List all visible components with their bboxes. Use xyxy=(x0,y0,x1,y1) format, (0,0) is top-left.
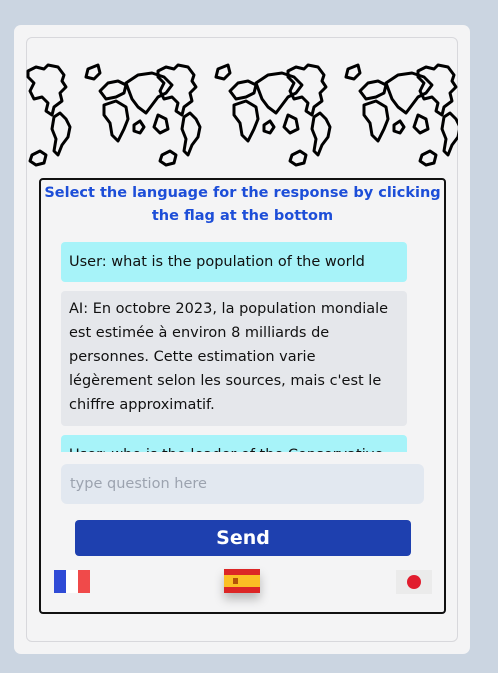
ai-message-line: personnes. Cette estimation varie xyxy=(69,349,316,365)
question-input[interactable] xyxy=(61,464,424,504)
french-flag-red-stripe xyxy=(78,570,90,593)
ai-message-line: AI: En octobre 2023, la population mondi… xyxy=(69,301,389,317)
french-flag-blue-stripe xyxy=(54,570,66,593)
user-message: User: what is the population of the worl… xyxy=(61,242,407,282)
instruction-text: Select the language for the response by … xyxy=(41,182,444,228)
send-button[interactable]: Send xyxy=(75,520,411,556)
ai-message-line: chiffre approximatif. xyxy=(69,397,215,413)
ai-message-line: légèrement selon les sources, mais c'est… xyxy=(69,373,382,389)
chat-scrollbar[interactable] xyxy=(428,242,429,452)
chat-panel: Select the language for the response by … xyxy=(39,178,446,614)
french-flag-white-stripe xyxy=(66,570,78,593)
chat-history[interactable]: User: what is the population of the worl… xyxy=(61,242,429,452)
french-flag[interactable] xyxy=(54,570,90,593)
ai-message: AI: En octobre 2023, la population mondi… xyxy=(61,291,407,426)
partial-message: User: who is the leader of the Conservat… xyxy=(61,435,407,452)
instruction-line-1: Select the language for the response by … xyxy=(44,185,441,201)
spanish-flag[interactable] xyxy=(224,569,260,593)
japanese-flag[interactable] xyxy=(396,570,432,594)
chat-card: Select the language for the response by … xyxy=(14,25,470,654)
instruction-line-2: the flag at the bottom xyxy=(151,208,334,224)
japanese-flag-disc xyxy=(407,575,421,589)
world-map-banner xyxy=(26,63,458,171)
ai-message-line: est estimée à environ 8 milliards de xyxy=(69,325,330,341)
